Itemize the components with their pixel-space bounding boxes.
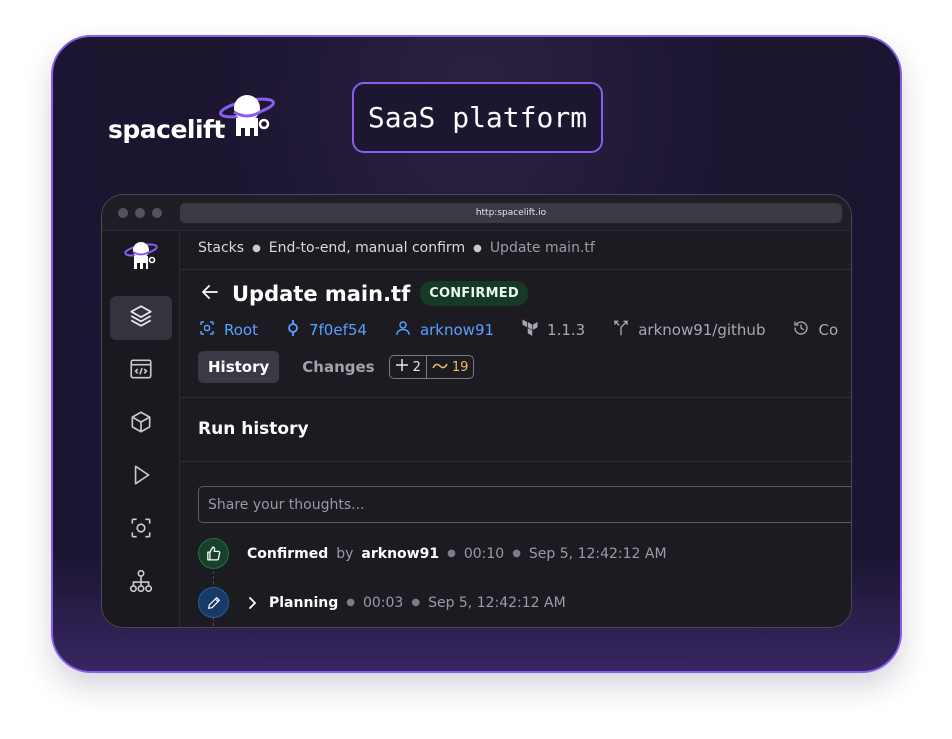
event-separator: ● bbox=[512, 548, 521, 559]
event-status: Planning bbox=[269, 594, 339, 611]
tab-history[interactable]: History bbox=[198, 351, 280, 383]
layers-icon bbox=[128, 303, 154, 333]
tab-changes[interactable]: Changes bbox=[292, 351, 384, 383]
back-arrow-icon[interactable] bbox=[200, 282, 220, 306]
address-bar[interactable]: http:spacelift.io bbox=[180, 203, 842, 223]
history-clock-icon bbox=[792, 319, 818, 341]
sidebar-item-runs[interactable] bbox=[110, 455, 172, 499]
browser-titlebar: http:spacelift.io bbox=[102, 195, 851, 231]
user-icon bbox=[394, 319, 420, 341]
event-duration: 00:10 bbox=[463, 545, 505, 562]
meta-vcs[interactable]: arknow91/github bbox=[612, 319, 765, 341]
cube-icon bbox=[128, 409, 154, 439]
added-count-label: 2 bbox=[412, 359, 421, 375]
history-event-planning[interactable]: Planning ● 00:03 ● Sep 5, 12:42:12 AM bbox=[198, 587, 566, 618]
breadcrumb-stacks[interactable]: Stacks bbox=[198, 240, 244, 256]
modified-count: 19 bbox=[427, 356, 474, 378]
meta-commit[interactable]: 7f0ef54 bbox=[285, 319, 367, 341]
sidebar-item-blueprints[interactable] bbox=[110, 349, 172, 393]
divider bbox=[180, 397, 851, 398]
breadcrumb-separator: ● bbox=[252, 242, 261, 254]
meta-terraform: 1.1.3 bbox=[521, 319, 585, 341]
event-separator: ● bbox=[411, 597, 421, 608]
commit-icon bbox=[285, 319, 309, 341]
saas-platform-badge: SaaS platform bbox=[352, 82, 603, 153]
run-header: Update main.tf CONFIRMED bbox=[200, 281, 528, 306]
event-separator: ● bbox=[346, 597, 355, 608]
focus-target-icon bbox=[128, 515, 154, 545]
code-window-icon bbox=[128, 356, 154, 386]
focus-target-icon bbox=[198, 319, 224, 341]
breadcrumb: Stacks ● End-to-end, manual confirm ● Up… bbox=[198, 240, 595, 256]
meta-path-label: Root bbox=[224, 321, 258, 339]
event-timestamp: Sep 5, 12:42:12 AM bbox=[428, 594, 566, 611]
window-dot-3[interactable] bbox=[152, 208, 162, 218]
tilde-icon bbox=[432, 360, 452, 375]
event-user[interactable]: arknow91 bbox=[361, 546, 439, 562]
event-separator: ● bbox=[447, 548, 456, 559]
status-badge: CONFIRMED bbox=[420, 281, 528, 306]
main-content: Stacks ● End-to-end, manual confirm ● Up… bbox=[180, 231, 851, 627]
pencil-icon bbox=[198, 587, 229, 618]
sidebar-item-resources[interactable] bbox=[110, 508, 172, 552]
play-icon bbox=[128, 462, 154, 492]
event-by-label: by bbox=[336, 545, 354, 562]
event-duration: 00:03 bbox=[362, 594, 404, 611]
sidebar-item-spaces[interactable] bbox=[110, 561, 172, 605]
meta-vcs-label: arknow91/github bbox=[638, 321, 766, 339]
terraform-icon bbox=[521, 319, 547, 341]
thumbs-up-icon bbox=[198, 538, 229, 569]
astronaut-icon bbox=[123, 239, 159, 275]
plus-icon bbox=[395, 358, 413, 376]
astronaut-logo-icon bbox=[218, 92, 277, 144]
meta-truncated-label: Co bbox=[818, 321, 839, 339]
page-title: Update main.tf bbox=[232, 281, 411, 306]
browser-window: http:spacelift.io Stacks ● End-to-end, m… bbox=[101, 194, 852, 628]
event-timestamp: Sep 5, 12:42:12 AM bbox=[528, 545, 667, 562]
spacelift-logo: spacelift bbox=[108, 92, 277, 142]
chevron-right-icon[interactable] bbox=[247, 596, 257, 610]
history-event-confirmed: Confirmed by arknow91 ● 00:10 ● Sep 5, 1… bbox=[198, 538, 667, 569]
meta-terraform-label: 1.1.3 bbox=[547, 321, 586, 339]
logo-text: spacelift bbox=[108, 115, 225, 144]
divider bbox=[180, 461, 851, 462]
sidebar-logo[interactable] bbox=[110, 235, 172, 279]
changes-delta: 2 19 bbox=[388, 355, 475, 379]
meta-path[interactable]: Root bbox=[198, 319, 258, 341]
added-count: 2 bbox=[390, 356, 427, 378]
window-dot-2[interactable] bbox=[135, 208, 145, 218]
meta-commit-label: 7f0ef54 bbox=[308, 321, 367, 339]
run-meta: Root 7f0ef54 arknow91 1.1.3 arknow91/git… bbox=[198, 319, 851, 341]
run-tabs: History Changes 2 19 bbox=[198, 351, 475, 383]
divider bbox=[180, 269, 851, 270]
merge-branch-icon bbox=[612, 319, 638, 341]
breadcrumb-current: Update main.tf bbox=[489, 240, 595, 256]
section-title: Run history bbox=[198, 419, 309, 439]
sidebar bbox=[102, 231, 180, 627]
sidebar-item-stacks[interactable] bbox=[110, 296, 172, 340]
hierarchy-icon bbox=[128, 568, 154, 598]
meta-history: Co bbox=[792, 319, 838, 341]
meta-author[interactable]: arknow91 bbox=[394, 319, 494, 341]
breadcrumb-stack[interactable]: End-to-end, manual confirm bbox=[269, 240, 465, 256]
breadcrumb-separator: ● bbox=[473, 242, 482, 254]
window-dot-1[interactable] bbox=[118, 208, 128, 218]
event-status: Confirmed bbox=[247, 545, 329, 562]
meta-author-label: arknow91 bbox=[419, 321, 495, 339]
comment-input[interactable] bbox=[198, 486, 851, 523]
modified-count-label: 19 bbox=[451, 359, 469, 375]
sidebar-item-modules[interactable] bbox=[110, 402, 172, 446]
